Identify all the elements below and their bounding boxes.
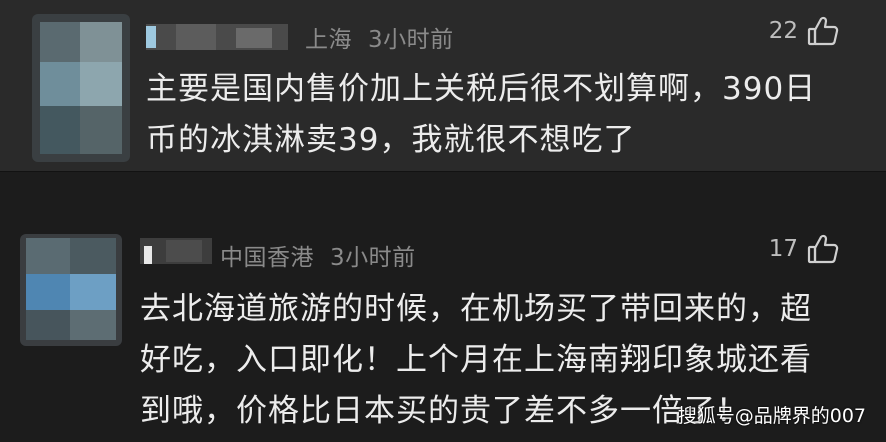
comment-line: 去北海道旅游的时候，在机场买了带回来的，超 bbox=[140, 291, 812, 327]
avatar[interactable] bbox=[32, 14, 130, 162]
comment-line: 币的冰淇淋卖39，我就很不想吃了 bbox=[146, 122, 636, 158]
watermark: 搜狐号@品牌界的007 bbox=[677, 405, 866, 427]
thumbs-up-icon bbox=[806, 14, 840, 48]
timestamp: 3小时前 bbox=[330, 245, 416, 271]
comment-line: 好吃，入口即化！上个月在上海南翔印象城还看 bbox=[140, 342, 812, 378]
like-count: 22 bbox=[768, 18, 798, 44]
comment-meta: 上海 3小时前 bbox=[305, 20, 454, 54]
like-button[interactable]: 22 bbox=[769, 14, 840, 48]
like-button[interactable]: 17 bbox=[769, 232, 840, 266]
timestamp: 3小时前 bbox=[368, 27, 454, 53]
avatar[interactable] bbox=[20, 234, 122, 346]
comment-item: 上海 3小时前 22 主要是国内售价加上关税后很不划算啊，390日 币的冰淇淋卖3… bbox=[0, 0, 886, 172]
location: 中国香港 bbox=[220, 245, 314, 271]
comment-text: 主要是国内售价加上关税后很不划算啊，390日 币的冰淇淋卖39，我就很不想吃了 bbox=[146, 64, 816, 166]
location: 上海 bbox=[305, 27, 352, 53]
comment-line: 主要是国内售价加上关税后很不划算啊，390日 bbox=[146, 71, 817, 107]
thumbs-up-icon bbox=[806, 232, 840, 266]
username-blurred[interactable] bbox=[140, 238, 212, 264]
username-blurred[interactable] bbox=[146, 24, 288, 50]
comment-meta: 中国香港 3小时前 bbox=[220, 238, 416, 272]
like-count: 17 bbox=[768, 236, 798, 262]
